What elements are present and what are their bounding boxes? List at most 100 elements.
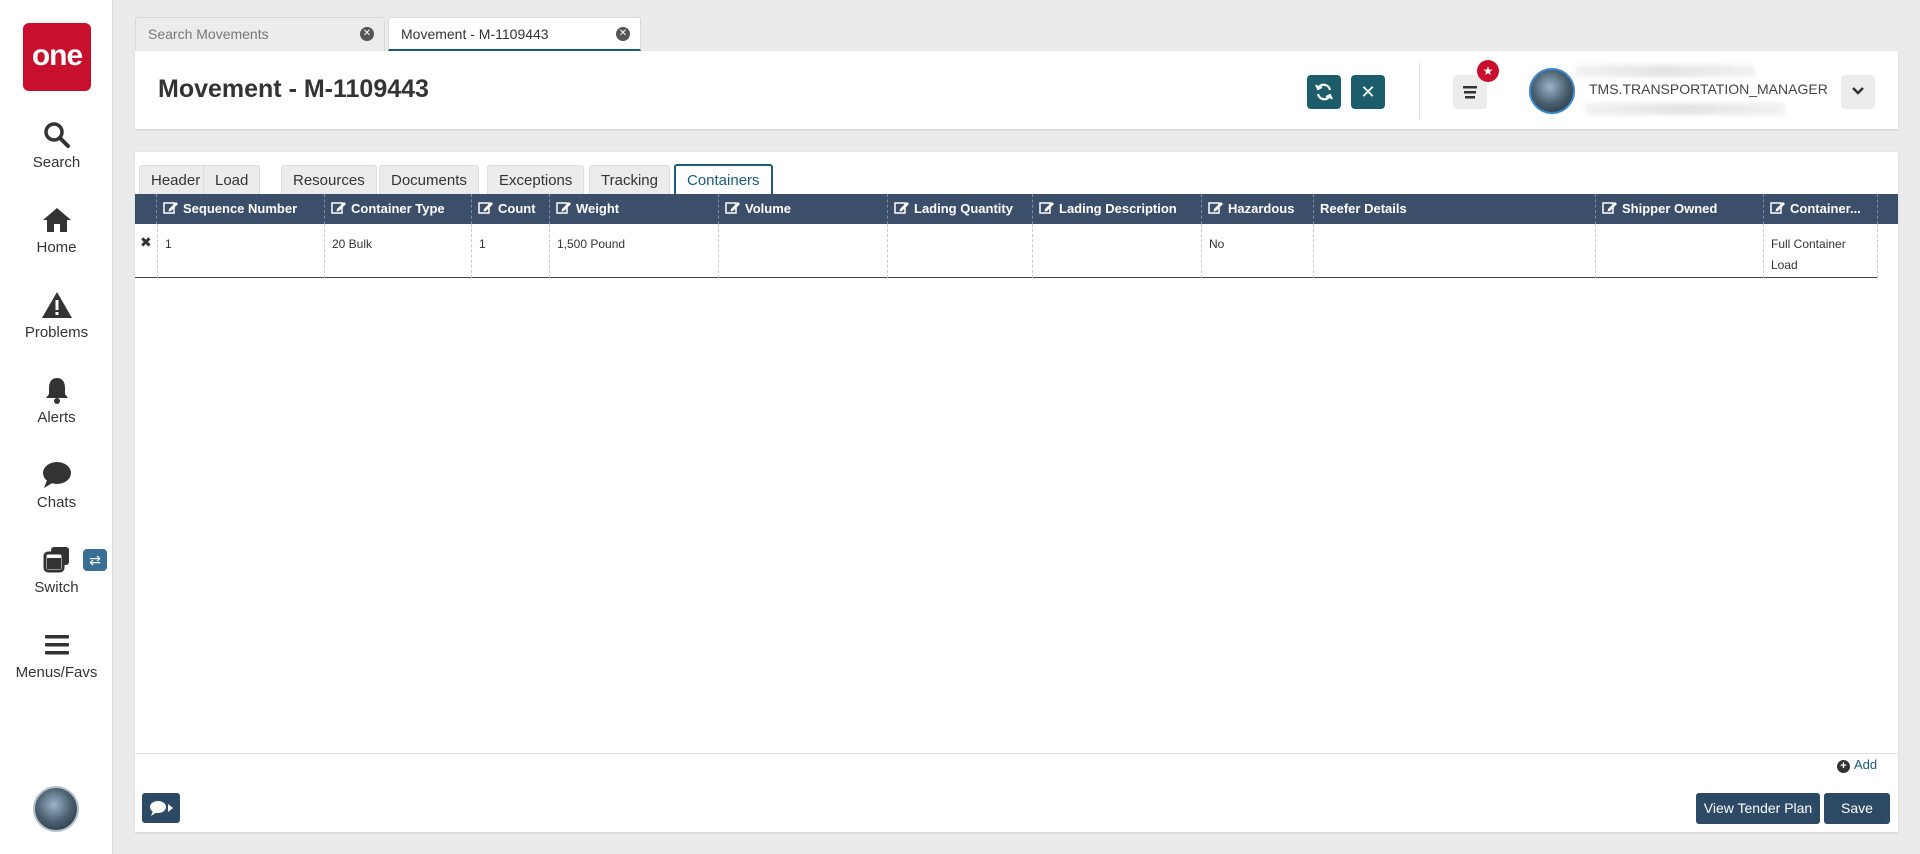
chevron-down-icon (1852, 87, 1864, 95)
cell-lading-quantity[interactable] (888, 224, 1033, 278)
column-header[interactable]: Lading Quantity (888, 194, 1033, 224)
nav-label: Switch (34, 579, 79, 596)
edit-icon (331, 195, 347, 224)
tab-containers[interactable]: Containers (674, 164, 773, 196)
column-header[interactable]: Hazardous (1202, 194, 1314, 224)
tab-header[interactable]: Header (139, 165, 213, 195)
user-avatar[interactable] (1529, 68, 1575, 114)
close-icon[interactable]: ✕ (616, 27, 630, 41)
column-header[interactable]: Reefer Details (1314, 194, 1596, 224)
switch-badge-icon[interactable]: ⇄ (83, 549, 107, 571)
plus-icon: + (1837, 760, 1850, 773)
nav-item-alerts[interactable]: Alerts (0, 375, 113, 426)
edit-icon (163, 195, 179, 224)
add-label: Add (1854, 757, 1878, 772)
warning-icon (41, 292, 72, 318)
user-name: TMS.TRANSPORTATION_MANAGER (1589, 81, 1828, 97)
app-logo[interactable]: one (23, 23, 91, 91)
grid-header-spacer (135, 194, 157, 224)
delete-row-icon[interactable]: ✖ (140, 234, 152, 251)
tab-movement[interactable]: Movement - M-1109443 ✕ (388, 17, 641, 51)
grid-header: Sequence Number Container Type Count Wei… (135, 194, 1898, 224)
edit-icon (478, 195, 494, 224)
column-header[interactable]: Volume (719, 194, 888, 224)
column-header[interactable]: Lading Description (1033, 194, 1202, 224)
tab-search-movements[interactable]: Search Movements ✕ (135, 17, 385, 51)
home-icon (42, 208, 71, 232)
column-header[interactable]: Shipper Owned (1596, 194, 1764, 224)
column-header-label: Lading Quantity (914, 201, 1013, 216)
column-header-label: Volume (745, 201, 791, 216)
cell-weight[interactable]: 1,500 Pound (550, 224, 719, 278)
cell-container-load[interactable]: Full Container Load (1764, 224, 1878, 278)
redacted-text (1585, 103, 1785, 115)
page-title: Movement - M-1109443 (158, 75, 429, 103)
table-row[interactable]: ✖ 1 20 Bulk 1 1,500 Pound No Full Contai… (135, 224, 1878, 278)
close-icon: ✕ (1360, 82, 1376, 102)
refresh-icon (1315, 83, 1333, 101)
edit-icon (725, 195, 741, 224)
nav-label: Search (32, 154, 81, 171)
redacted-text (1575, 65, 1755, 77)
tab-label: Movement - M-1109443 (401, 26, 549, 42)
column-header[interactable]: Sequence Number (157, 194, 325, 224)
cell-lading-description[interactable] (1033, 224, 1202, 278)
chat-icon (150, 801, 173, 816)
nav-item-search[interactable]: Search (0, 120, 113, 171)
column-header[interactable]: Count (472, 194, 550, 224)
chat-icon (42, 462, 71, 488)
switch-icon (43, 547, 69, 573)
tab-documents[interactable]: Documents (379, 165, 479, 195)
tab-tracking[interactable]: Tracking (589, 165, 670, 195)
edit-icon (1770, 195, 1786, 224)
nav-label: Alerts (37, 409, 76, 426)
column-header[interactable]: Weight (550, 194, 719, 224)
page-header: Movement - M-1109443 ✕ ★ TMS.TRANSPORTAT… (135, 51, 1898, 129)
nav-item-menus-favs[interactable]: Menus/Favs (0, 630, 113, 681)
column-header-label: Reefer Details (1320, 201, 1407, 216)
left-nav: one Search Home Problems Alerts Chats Sw… (0, 0, 113, 854)
nav-label: Problems (24, 324, 89, 341)
close-button[interactable]: ✕ (1351, 75, 1385, 109)
cell-hazardous[interactable]: No (1202, 224, 1314, 278)
tab-resources[interactable]: Resources (281, 165, 377, 195)
view-tender-plan-button[interactable]: View Tender Plan (1696, 793, 1820, 824)
cell-volume[interactable] (719, 224, 888, 278)
save-button[interactable]: Save (1824, 793, 1890, 824)
nav-label: Home (36, 239, 77, 256)
grid-footer-divider (135, 753, 1898, 754)
column-header-label: Lading Description (1059, 201, 1177, 216)
edit-icon (894, 195, 910, 224)
column-header-label: Container Type (351, 201, 445, 216)
tab-label: Search Movements (148, 26, 269, 42)
cell-sequence-number[interactable]: 1 (157, 224, 325, 278)
nav-label: Chats (36, 494, 77, 511)
cell-reefer-details[interactable] (1314, 224, 1596, 278)
cell-container-type[interactable]: 20 Bulk (325, 224, 472, 278)
header-divider (1419, 63, 1420, 119)
nav-user-avatar[interactable] (33, 786, 79, 832)
refresh-button[interactable] (1307, 75, 1341, 109)
cell-count[interactable]: 1 (472, 224, 550, 278)
nav-item-home[interactable]: Home (0, 205, 113, 256)
cell-shipper-owned[interactable] (1596, 224, 1764, 278)
column-header-label: Hazardous (1228, 201, 1295, 216)
bell-icon (45, 378, 68, 404)
column-header-label: Shipper Owned (1622, 201, 1718, 216)
chat-button[interactable] (142, 793, 180, 823)
column-header-label: Container... (1790, 201, 1861, 216)
close-icon[interactable]: ✕ (360, 27, 374, 41)
user-dropdown-button[interactable] (1841, 75, 1875, 109)
column-header[interactable]: Container Type (325, 194, 472, 224)
edit-icon (1039, 195, 1055, 224)
add-row-button[interactable]: + Add (1837, 757, 1877, 773)
tab-load[interactable]: Load (203, 165, 261, 195)
nav-item-chats[interactable]: Chats (0, 460, 113, 511)
menu-icon (44, 635, 69, 655)
column-header[interactable]: Container... (1764, 194, 1878, 224)
tab-exceptions[interactable]: Exceptions (487, 165, 585, 195)
nav-item-problems[interactable]: Problems (0, 290, 113, 341)
column-header-label: Weight (576, 201, 620, 216)
favorites-star-icon[interactable]: ★ (1477, 60, 1499, 82)
edit-icon (1208, 195, 1224, 224)
